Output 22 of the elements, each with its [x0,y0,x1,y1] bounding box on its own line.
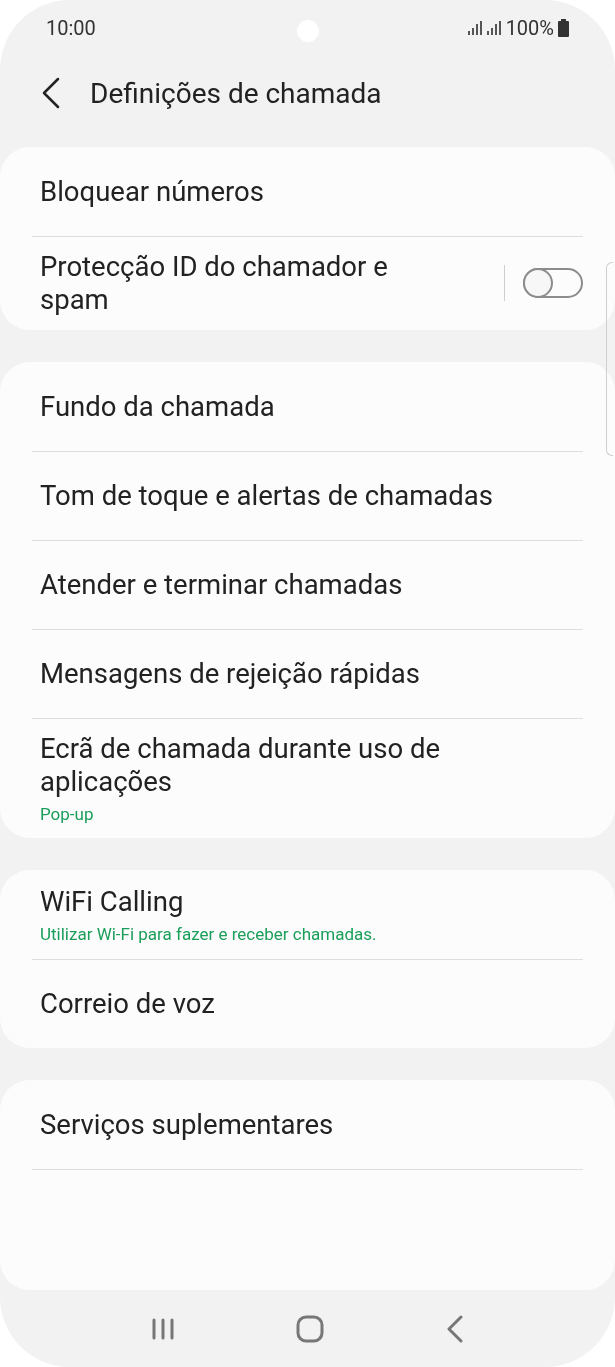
setting-label[interactable]: Bloquear números [40,175,530,208]
setting-label[interactable]: WiFi Calling [40,885,530,918]
setting-label[interactable]: Fundo da chamada [40,390,530,423]
setting-summary: Pop-up [40,804,95,824]
signal-icon [486,21,502,35]
setting-label[interactable]: Tom de toque e alertas de chamadas [40,479,530,512]
home-icon[interactable] [296,1314,325,1343]
setting-label[interactable]: Atender e terminar chamadas [40,568,530,601]
back-icon[interactable] [40,77,62,109]
setting-label[interactable]: Correio de voz [40,987,530,1020]
battery-percent: 100% [505,16,554,40]
toggle-switch[interactable] [523,268,583,298]
status-time: 10:00 [46,16,96,40]
page-title: Definições de chamada [90,76,382,110]
recent-apps-icon[interactable] [150,1316,175,1341]
signal-icon [467,21,483,35]
setting-label[interactable]: Ecrã de chamada durante uso de aplicações [40,732,530,798]
setting-summary: Utilizar Wi-Fi para fazer e receber chamadas. [40,924,378,944]
setting-label[interactable]: Protecção ID do chamador e spam [40,250,440,316]
setting-label[interactable]: Mensagens de rejeição rápidas [40,657,530,690]
setting-label[interactable]: Serviços suplementares [40,1108,530,1141]
battery-icon [558,19,569,37]
